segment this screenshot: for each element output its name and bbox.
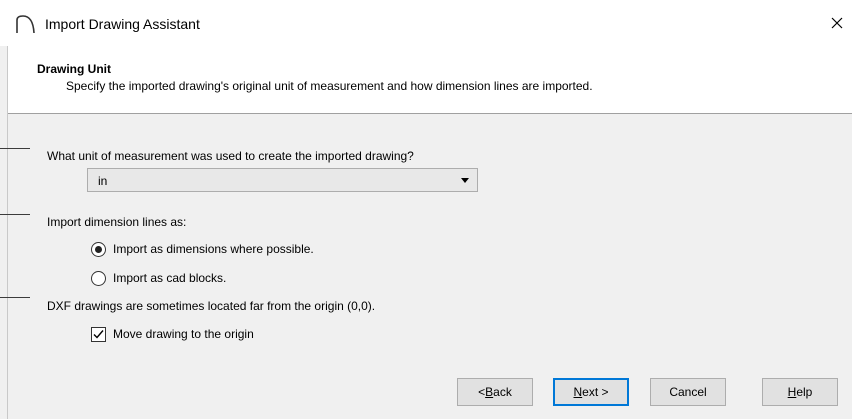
back-button-prefix: < (478, 385, 486, 399)
next-button[interactable]: Next > (553, 378, 629, 406)
radio-selected-icon (91, 241, 106, 257)
close-icon (831, 17, 843, 29)
back-button-mnemonic: B (485, 385, 494, 399)
import-drawing-assistant-dialog: Import Drawing Assistant Drawing Unit Sp… (0, 0, 852, 419)
back-button[interactable]: < Back (457, 378, 533, 406)
chevron-down-icon (461, 178, 469, 183)
page-title: Drawing Unit (37, 62, 111, 76)
radio-unselected-icon (91, 270, 106, 286)
checkmark-icon (93, 329, 104, 339)
dimension-question-label: Import dimension lines as: (47, 215, 187, 229)
radio-import-as-dimensions[interactable]: Import as dimensions where possible. (91, 240, 314, 258)
page-header: Drawing Unit Specify the imported drawin… (8, 46, 852, 114)
help-button-mnemonic: H (787, 385, 797, 399)
unit-dropdown[interactable]: in (87, 168, 478, 192)
cancel-button[interactable]: Cancel (650, 378, 726, 406)
arch-icon (16, 15, 35, 34)
section-marker (0, 214, 30, 215)
next-button-suffix: ext > (582, 385, 609, 399)
radio-import-as-cad-blocks[interactable]: Import as cad blocks. (91, 269, 226, 287)
help-button-suffix: elp (796, 385, 813, 399)
close-button[interactable] (826, 12, 848, 34)
radio-label: Import as cad blocks. (113, 271, 227, 285)
help-button[interactable]: Help (762, 378, 838, 406)
unit-dropdown-value: in (98, 174, 108, 188)
checkbox-label: Move drawing to the origin (113, 327, 254, 341)
unit-question-label: What unit of measurement was used to cre… (47, 149, 414, 163)
checkbox-box (91, 326, 106, 342)
move-to-origin-checkbox[interactable]: Move drawing to the origin (91, 325, 254, 343)
origin-question-label: DXF drawings are sometimes located far f… (47, 299, 376, 313)
radio-label: Import as dimensions where possible. (113, 242, 314, 256)
page-subtitle: Specify the imported drawing's original … (66, 79, 593, 93)
title-bar: Import Drawing Assistant (0, 0, 852, 46)
section-marker (0, 148, 30, 149)
section-marker (0, 297, 30, 298)
next-button-mnemonic: N (573, 385, 583, 399)
back-button-suffix: ack (493, 385, 512, 399)
window-title: Import Drawing Assistant (45, 16, 200, 32)
